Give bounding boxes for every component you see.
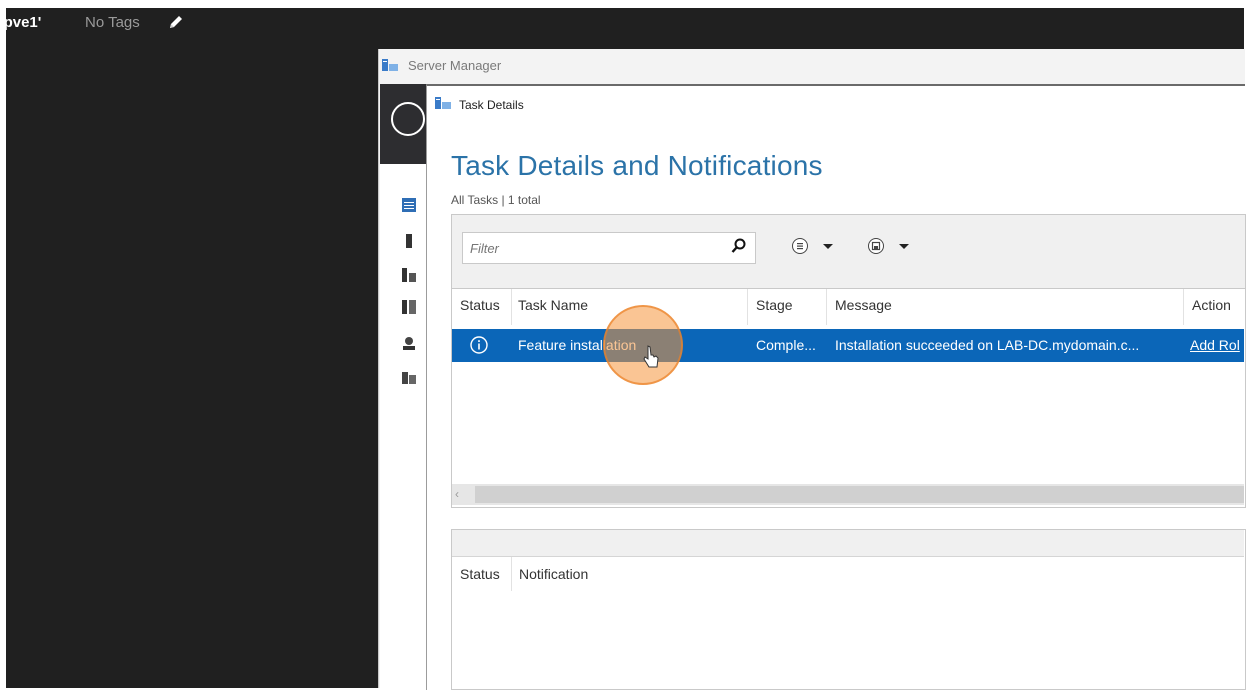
- scrollbar-thumb[interactable]: [475, 486, 1244, 503]
- local-server-icon[interactable]: [402, 234, 416, 248]
- pointer-cursor-icon: [643, 345, 659, 368]
- task-details-icon: [435, 97, 451, 109]
- vm-name: 'pve1': [0, 14, 42, 31]
- column-separator[interactable]: [826, 289, 827, 325]
- dashboard-icon[interactable]: [402, 198, 416, 212]
- filter-input[interactable]: [470, 240, 710, 256]
- search-icon[interactable]: [731, 238, 747, 254]
- back-arrow-icon[interactable]: [391, 102, 425, 136]
- save-query-dropdown-button[interactable]: [866, 237, 914, 255]
- pencil-icon[interactable]: [168, 14, 184, 30]
- column-header-task-name[interactable]: Task Name: [518, 297, 588, 313]
- server-manager-title: Server Manager: [408, 58, 502, 73]
- scroll-left-arrow-icon[interactable]: ‹: [455, 487, 459, 501]
- console-background: [6, 49, 378, 688]
- add-roles-link[interactable]: Add Rol: [1190, 337, 1240, 353]
- file-storage-icon[interactable]: [402, 370, 416, 384]
- action-link[interactable]: Add Rol: [1190, 337, 1244, 353]
- column-header-action[interactable]: Action: [1192, 297, 1231, 313]
- column-separator[interactable]: [747, 289, 748, 325]
- task-table: [451, 288, 1246, 508]
- ad-ds-icon[interactable]: [402, 300, 416, 314]
- dns-icon[interactable]: [402, 336, 416, 350]
- info-icon: [470, 336, 488, 354]
- page-title: Task Details and Notifications: [451, 150, 823, 181]
- stage-cell: Comple...: [756, 337, 816, 353]
- column-header-message[interactable]: Message: [835, 297, 892, 313]
- proxmox-top-bar: [6, 8, 1244, 49]
- notification-column-notification[interactable]: Notification: [519, 566, 588, 582]
- list-view-dropdown-button[interactable]: [790, 237, 838, 255]
- column-header-stage[interactable]: Stage: [756, 297, 793, 313]
- task-count-subtitle: All Tasks | 1 total: [451, 193, 541, 207]
- tags-label[interactable]: No Tags: [85, 14, 140, 31]
- column-separator[interactable]: [511, 557, 512, 591]
- column-header-status[interactable]: Status: [460, 297, 500, 313]
- all-servers-icon[interactable]: [402, 268, 416, 282]
- notification-column-status[interactable]: Status: [460, 566, 500, 582]
- server-manager-icon: [382, 59, 398, 71]
- dialog-title: Task Details: [459, 98, 524, 112]
- column-separator[interactable]: [511, 289, 512, 325]
- notification-header-bar: [452, 530, 1244, 557]
- column-separator[interactable]: [1183, 289, 1184, 325]
- message-cell: Installation succeeded on LAB-DC.mydomai…: [835, 337, 1140, 353]
